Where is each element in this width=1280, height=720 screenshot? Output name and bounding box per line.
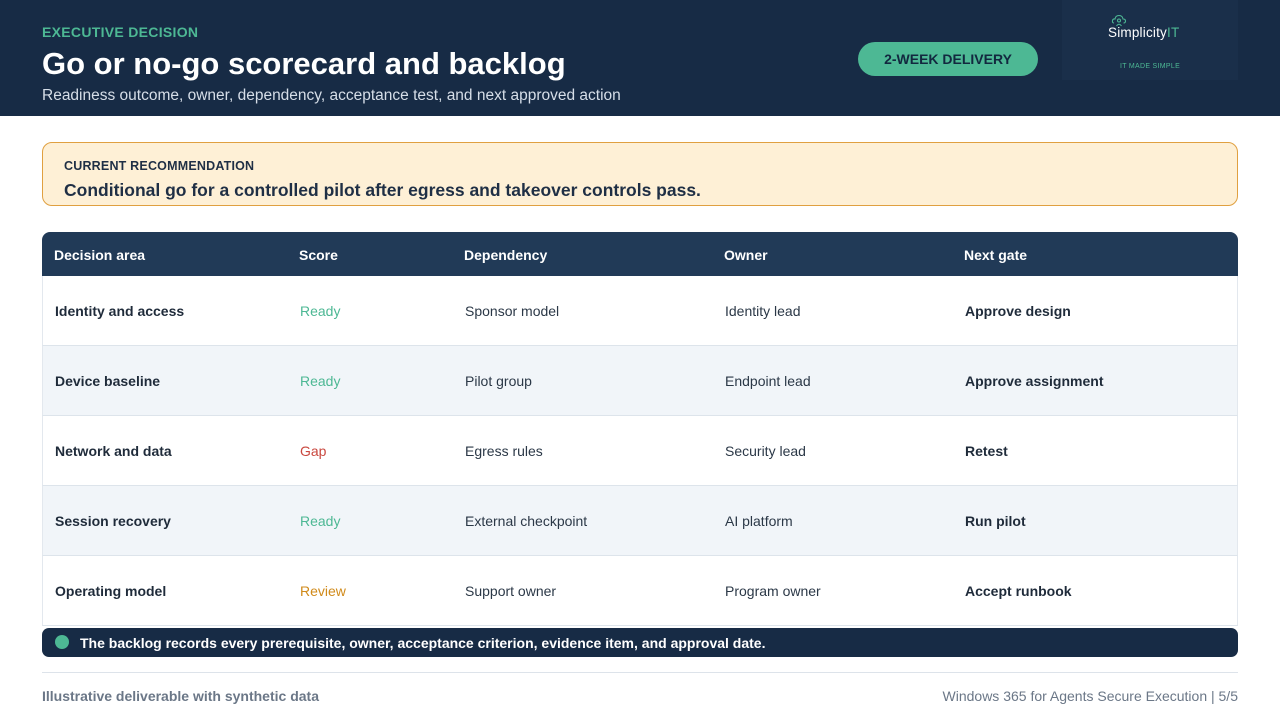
owner-cell: Identity lead — [725, 303, 801, 319]
dependency-cell: Sponsor model — [465, 303, 560, 319]
column-header-owner: Owner — [724, 247, 768, 263]
next-gate-cell: Approve assignment — [965, 373, 1104, 389]
dependency-cell: Pilot group — [465, 373, 532, 389]
next-gate-cell: Approve design — [965, 303, 1071, 319]
scorecard-table: Decision area Score Dependency Owner Nex… — [42, 232, 1238, 626]
logo-name-main: Simplicity — [1108, 25, 1168, 40]
backlog-note-text: The backlog records every prerequisite, … — [80, 635, 766, 651]
score-cell: Gap — [300, 443, 327, 459]
score-cell: Review — [300, 583, 346, 599]
delivery-badge: 2-WEEK DELIVERY — [858, 42, 1038, 76]
next-gate-cell: Accept runbook — [965, 583, 1072, 599]
company-logo: SimplicityIT IT MADE SIMPLE — [1062, 0, 1238, 80]
page-title: Go or no-go scorecard and backlog — [42, 46, 566, 81]
page-subtitle: Readiness outcome, owner, dependency, ac… — [42, 87, 621, 104]
header-banner: EXECUTIVE DECISION Go or no-go scorecard… — [0, 0, 1280, 116]
table-row: Identity and access Ready Sponsor model … — [42, 276, 1238, 346]
column-header-decision-area: Decision area — [54, 247, 146, 263]
logo-name-accent: IT — [1167, 25, 1180, 40]
decision-area-cell: Operating model — [55, 583, 167, 599]
table-row: Session recovery Ready External checkpoi… — [42, 486, 1238, 556]
footer-page-info: Windows 365 for Agents Secure Execution … — [942, 688, 1238, 704]
backlog-note-banner: The backlog records every prerequisite, … — [42, 628, 1238, 657]
dependency-cell: Egress rules — [465, 443, 543, 459]
column-header-dependency: Dependency — [464, 247, 548, 263]
owner-cell: Security lead — [725, 443, 806, 459]
dependency-cell: External checkpoint — [465, 513, 588, 529]
score-cell: Ready — [300, 513, 341, 529]
column-header-next-gate: Next gate — [964, 247, 1028, 263]
status-dot-icon — [55, 635, 69, 649]
owner-cell: AI platform — [725, 513, 793, 529]
table-row: Network and data Gap Egress rules Securi… — [42, 416, 1238, 486]
decision-area-cell: Session recovery — [55, 513, 171, 529]
recommendation-label: CURRENT RECOMMENDATION — [64, 159, 255, 173]
column-header-score: Score — [299, 247, 338, 263]
logo-wordmark: SimplicityIT — [1108, 25, 1179, 40]
footer-divider — [42, 672, 1238, 673]
score-cell: Ready — [300, 373, 341, 389]
table-row: Device baseline Ready Pilot group Endpoi… — [42, 346, 1238, 416]
dependency-cell: Support owner — [465, 583, 557, 599]
logo-tagline: IT MADE SIMPLE — [1119, 63, 1181, 70]
eyebrow-label: EXECUTIVE DECISION — [42, 24, 199, 40]
owner-cell: Endpoint lead — [725, 373, 811, 389]
recommendation-text: Conditional go for a controlled pilot af… — [64, 180, 701, 200]
next-gate-cell: Run pilot — [965, 513, 1026, 529]
footer-disclaimer: Illustrative deliverable with synthetic … — [42, 688, 319, 704]
table-row: Operating model Review Support owner Pro… — [42, 556, 1238, 626]
decision-area-cell: Network and data — [55, 443, 172, 459]
owner-cell: Program owner — [725, 583, 821, 599]
score-cell: Ready — [300, 303, 341, 319]
table-header: Decision area Score Dependency Owner Nex… — [42, 232, 1238, 276]
decision-area-cell: Identity and access — [55, 303, 185, 319]
next-gate-cell: Retest — [965, 443, 1008, 459]
recommendation-callout: CURRENT RECOMMENDATION Conditional go fo… — [42, 142, 1238, 206]
decision-area-cell: Device baseline — [55, 373, 161, 389]
